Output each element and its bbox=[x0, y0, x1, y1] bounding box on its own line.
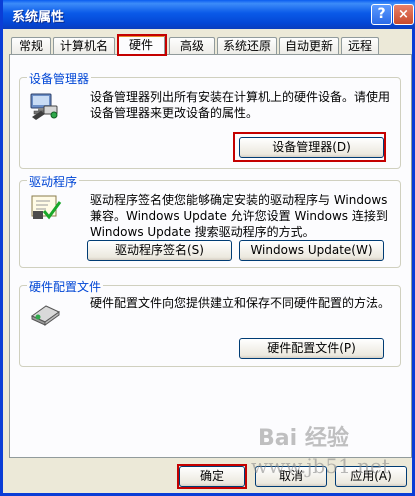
help-button[interactable]: ? bbox=[371, 4, 392, 25]
tab-remote[interactable]: 远程 bbox=[341, 37, 379, 55]
device-manager-legend: 设备管理器 bbox=[27, 70, 92, 87]
watermark-site: www.jb51.net bbox=[251, 454, 390, 478]
tab-advanced[interactable]: 高级 bbox=[169, 37, 215, 55]
tab-automatic-updates[interactable]: 自动更新 bbox=[279, 37, 339, 55]
hardware-profiles-group: 硬件配置文件 硬件配置文件向您提供建立和保存不同硬件配置的方法。 硬件配置文件(… bbox=[19, 278, 401, 367]
tab-system-restore[interactable]: 系统还原 bbox=[217, 37, 277, 55]
tab-general[interactable]: 常规 bbox=[11, 37, 51, 55]
hardware-tab-panel: 设备管理器 设备管理器列出所有安装在计算机上的硬件设备。请使用设备管理器来更改设… bbox=[9, 54, 412, 458]
driver-signing-button[interactable]: 驱动程序签名(S) bbox=[87, 240, 232, 261]
tab-hardware[interactable]: 硬件 bbox=[117, 35, 165, 56]
title-bar[interactable]: 系统属性 ? × bbox=[3, 0, 415, 29]
hardware-profiles-legend: 硬件配置文件 bbox=[27, 278, 104, 295]
hardware-profiles-description: 硬件配置文件向您提供建立和保存不同硬件配置的方法。 bbox=[90, 296, 391, 310]
device-manager-description: 设备管理器列出所有安装在计算机上的硬件设备。请使用设备管理器来更改设备的属性。 bbox=[90, 90, 391, 120]
driver-signing-icon bbox=[31, 195, 62, 220]
windows-update-button[interactable]: Windows Update(W) bbox=[239, 240, 384, 261]
device-manager-icon bbox=[30, 93, 58, 120]
hardware-profiles-button[interactable]: 硬件配置文件(P) bbox=[239, 338, 384, 359]
close-button[interactable]: × bbox=[393, 4, 414, 25]
device-manager-button[interactable]: 设备管理器(D) bbox=[239, 137, 384, 158]
device-manager-group: 设备管理器 设备管理器列出所有安装在计算机上的硬件设备。请使用设备管理器来更改设… bbox=[19, 70, 401, 169]
window-title: 系统属性 bbox=[12, 10, 65, 25]
system-properties-window: 系统属性 ? × 常规 计算机名 硬件 高级 系统还原 自动更新 远程 设备管理… bbox=[0, 0, 415, 496]
driver-description: 驱动程序签名使您能够确定安装的驱动程序与 Windows 兼容。Windows … bbox=[90, 193, 388, 239]
ok-button[interactable]: 确定 bbox=[179, 466, 245, 487]
hardware-profiles-icon bbox=[31, 305, 60, 326]
watermark-brand: Bai 经验 bbox=[258, 426, 349, 451]
tab-strip: 常规 计算机名 硬件 高级 系统还原 自动更新 远程 bbox=[9, 34, 412, 56]
tab-computer-name[interactable]: 计算机名 bbox=[53, 37, 115, 55]
driver-legend: 驱动程序 bbox=[27, 173, 80, 190]
driver-group: 驱动程序 驱动程序签名使您能够确定安装的驱动程序与 Windows 兼容。Win… bbox=[19, 173, 401, 268]
